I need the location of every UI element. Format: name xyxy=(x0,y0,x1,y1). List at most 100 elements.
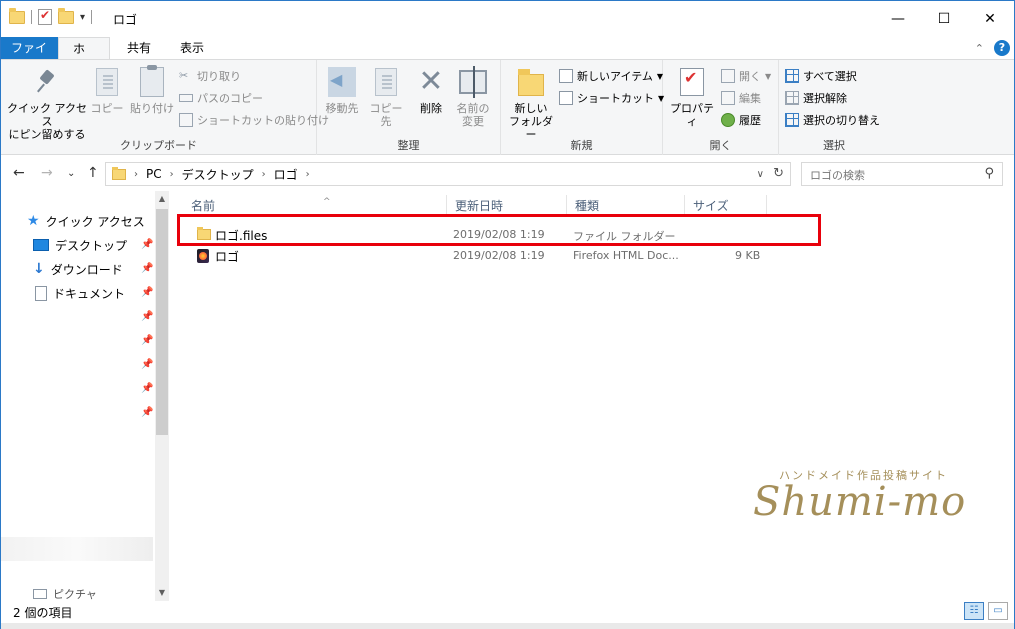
copy-button[interactable]: コピー xyxy=(89,66,125,115)
address-bar[interactable]: › PC › デスクトップ › ロゴ › ∨ ↻ xyxy=(105,162,791,186)
up-arrow-icon[interactable]: ↑ xyxy=(87,165,99,181)
rename-icon xyxy=(459,66,487,98)
help-icon[interactable]: ? xyxy=(994,40,1010,56)
tab-home[interactable]: ホーム xyxy=(58,37,110,100)
pin-icon[interactable]: 📌 xyxy=(141,311,153,322)
pin-icon[interactable]: 📌 xyxy=(141,335,153,346)
close-button[interactable]: ✕ xyxy=(967,1,1013,37)
bottom-strip xyxy=(1,623,1014,629)
select-none-button[interactable]: 選択解除 xyxy=(785,88,847,108)
pin-quick-access-button[interactable]: クイック アクセス にピン留めする xyxy=(7,66,87,141)
rename-button[interactable]: 名前の 変更 xyxy=(451,66,495,128)
tab-view[interactable]: 表示 xyxy=(166,37,218,59)
copy-to-button[interactable]: コピー先 xyxy=(365,66,407,128)
large-icons-view-icon[interactable]: ▭ xyxy=(988,602,1008,620)
edit-icon xyxy=(721,91,735,105)
select-all-button[interactable]: すべて選択 xyxy=(785,66,857,86)
select-group-label: 選択 xyxy=(823,139,845,152)
back-arrow-icon[interactable]: ← xyxy=(13,165,25,181)
nav-item-pictures[interactable]: ピクチャ xyxy=(33,587,97,601)
open-icon xyxy=(721,69,735,83)
customize-dropdown-icon[interactable]: ▾ xyxy=(80,12,85,23)
scroll-thumb[interactable] xyxy=(156,209,168,435)
copy-to-label: コピー先 xyxy=(369,102,403,128)
properties-button[interactable]: プロパティ xyxy=(667,66,717,128)
tab-file[interactable]: ファイル xyxy=(1,37,58,77)
new-group-label: 新規 xyxy=(570,139,593,152)
scissors-icon: ✂ xyxy=(179,69,189,82)
view-buttons: ☷ ▭ xyxy=(964,602,1008,620)
history-button[interactable]: 履歴 xyxy=(721,110,761,130)
address-dropdown-icon[interactable]: ∨ xyxy=(757,169,764,180)
shortcut-icon xyxy=(559,91,573,105)
table-row[interactable]: ロゴ 2019/02/08 1:19 Firefox HTML Doc... 9… xyxy=(193,246,793,266)
properties-check-icon[interactable] xyxy=(38,8,52,25)
details-view-icon[interactable]: ☷ xyxy=(964,602,984,620)
recent-locations-icon[interactable]: ⌄ xyxy=(67,168,75,179)
breadcrumb-logo[interactable]: ロゴ xyxy=(274,166,298,183)
clipboard-group: クイック アクセス にピン留めする コピー 貼り付け ✂ 切り取り パスのコピー… xyxy=(1,60,329,155)
open-button[interactable]: 開く ▼ xyxy=(721,66,771,86)
copy-path-button[interactable]: パスのコピー xyxy=(179,88,263,108)
pin-icon[interactable]: 📌 xyxy=(141,263,153,274)
shortcut-button[interactable]: ショートカット ▼ xyxy=(559,88,664,108)
history-icon xyxy=(721,113,735,127)
toolbar-separator xyxy=(91,10,93,24)
delete-x-icon: ✕ xyxy=(418,64,444,99)
nav-item-label: ピクチャ xyxy=(53,588,97,601)
shortcut-label: ショートカット xyxy=(577,92,654,105)
chevron-right-icon[interactable]: › xyxy=(134,169,138,180)
new-group: 新しい フォルダー 新しいアイテム ▼ ショートカット ▼ 新規 xyxy=(501,60,664,155)
edit-button[interactable]: 編集 xyxy=(721,88,761,108)
cut-label: 切り取り xyxy=(197,70,241,83)
folder-icon[interactable] xyxy=(9,7,25,24)
pin-icon[interactable]: 📌 xyxy=(141,359,153,370)
ribbon-controls: ⌃ ? xyxy=(975,40,1010,56)
search-input[interactable]: ロゴの検索 ⚲ xyxy=(801,162,1003,186)
organize-group: 移動先 コピー先 ✕ 削除 名前の 変更 整理 xyxy=(317,60,501,155)
paste-icon xyxy=(140,65,164,97)
breadcrumb-desktop[interactable]: デスクトップ xyxy=(182,166,254,183)
maximize-button[interactable]: ☐ xyxy=(921,1,967,37)
refresh-icon[interactable]: ↻ xyxy=(773,166,784,181)
nav-item-label: ドキュメント xyxy=(53,286,126,301)
edit-label: 編集 xyxy=(739,92,761,105)
open-dropdown-icon: ▼ xyxy=(765,71,772,81)
window-title: ロゴ xyxy=(113,13,138,27)
new-folder-icon[interactable] xyxy=(58,7,74,24)
scroll-up-icon[interactable]: ▲ xyxy=(155,191,169,207)
tab-share[interactable]: 共有 xyxy=(113,37,165,59)
select-all-icon xyxy=(785,69,799,83)
collapse-ribbon-icon[interactable]: ⌃ xyxy=(975,42,984,55)
open-group-label: 開く xyxy=(709,139,732,152)
pin-icon[interactable]: 📌 xyxy=(141,287,153,298)
nav-item-downloads[interactable]: ↓ ダウンロード xyxy=(33,259,123,279)
toolbar-separator xyxy=(31,10,32,24)
move-to-button[interactable]: 移動先 xyxy=(321,66,363,115)
nav-scrollbar[interactable]: ▲ ▼ xyxy=(155,191,169,601)
nav-item-documents[interactable]: ドキュメント xyxy=(35,283,125,303)
new-folder-button[interactable]: 新しい フォルダー xyxy=(505,66,557,141)
chevron-right-icon[interactable]: › xyxy=(262,169,266,180)
paste-button[interactable]: 貼り付け xyxy=(129,65,175,115)
delete-button[interactable]: ✕ 削除 xyxy=(413,64,449,116)
minimize-button[interactable]: — xyxy=(875,1,921,37)
pin-icon[interactable]: 📌 xyxy=(141,383,153,394)
nav-item-desktop[interactable]: デスクトップ xyxy=(33,235,127,255)
chevron-right-icon[interactable]: › xyxy=(170,169,174,180)
cut-button[interactable]: ✂ 切り取り xyxy=(179,66,241,86)
forward-arrow-icon[interactable]: → xyxy=(41,165,53,181)
paste-shortcut-button[interactable]: ショートカットの貼り付け xyxy=(179,110,329,130)
chevron-right-icon[interactable]: › xyxy=(306,169,310,180)
rename-label: 名前の 変更 xyxy=(456,102,490,128)
search-icon[interactable]: ⚲ xyxy=(984,166,994,181)
new-item-button[interactable]: 新しいアイテム ▼ xyxy=(559,66,663,86)
pictures-icon xyxy=(33,589,47,599)
nav-item-quick-access[interactable]: ★ クイック アクセス xyxy=(27,211,145,231)
invert-selection-button[interactable]: 選択の切り替え xyxy=(785,110,880,130)
scroll-down-icon[interactable]: ▼ xyxy=(155,585,169,601)
breadcrumb-pc[interactable]: PC xyxy=(146,167,162,181)
pin-icon[interactable]: 📌 xyxy=(141,239,153,250)
pin-icon[interactable]: 📌 xyxy=(141,407,153,418)
new-folder-icon xyxy=(518,69,544,96)
